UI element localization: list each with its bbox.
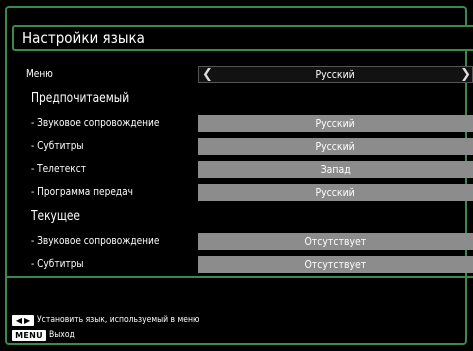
current-audio-label: - Звуковое сопровождение (31, 234, 160, 247)
page-title: Настройки языка (22, 29, 145, 47)
footer-divider (7, 276, 473, 278)
footer-hint-exit: MENU Выход (12, 329, 79, 341)
language-settings-screen: Настройки языка Меню ❮ Русский ❯ Предпоч… (0, 0, 473, 351)
chevron-right-icon[interactable]: ❯ (460, 67, 471, 82)
current-heading: Текущее (31, 209, 80, 224)
menu-key-icon: MENU (12, 329, 46, 341)
left-right-arrows-icon: ◀ ▶ (12, 314, 34, 326)
title-bar: Настройки языка (12, 25, 473, 51)
preferred-subtitles-value[interactable]: Русский (198, 138, 473, 155)
preferred-epg-label: - Программа передач (31, 185, 133, 198)
preferred-heading: Предпочитаемый (31, 91, 130, 106)
arrow-left-icon: ◀ (15, 315, 22, 325)
footer-hint-text-1: Установить язык, используемый в меню (37, 315, 200, 325)
current-audio-value: Отсутствует (198, 233, 473, 250)
preferred-teletext-value[interactable]: Запад (198, 161, 473, 178)
menu-language-label: Меню (26, 67, 53, 80)
menu-language-value: Русский (315, 68, 356, 81)
footer-hint-select-language: ◀ ▶ Установить язык, используемый в меню (12, 314, 228, 326)
preferred-audio-value[interactable]: Русский (198, 115, 473, 132)
preferred-teletext-label: - Телетекст (31, 162, 86, 175)
preferred-audio-label: - Звуковое сопровождение (31, 116, 160, 129)
chevron-left-icon[interactable]: ❮ (202, 67, 213, 82)
current-subtitles-label: - Субтитры (31, 257, 84, 270)
footer-hint-text-2: Выход (49, 330, 75, 340)
current-subtitles-value: Отсутствует (198, 256, 473, 273)
preferred-epg-value[interactable]: Русский (198, 184, 473, 201)
menu-language-selector[interactable]: ❮ Русский ❯ (198, 66, 473, 83)
preferred-subtitles-label: - Субтитры (31, 139, 84, 152)
arrow-right-icon: ▶ (24, 315, 31, 325)
